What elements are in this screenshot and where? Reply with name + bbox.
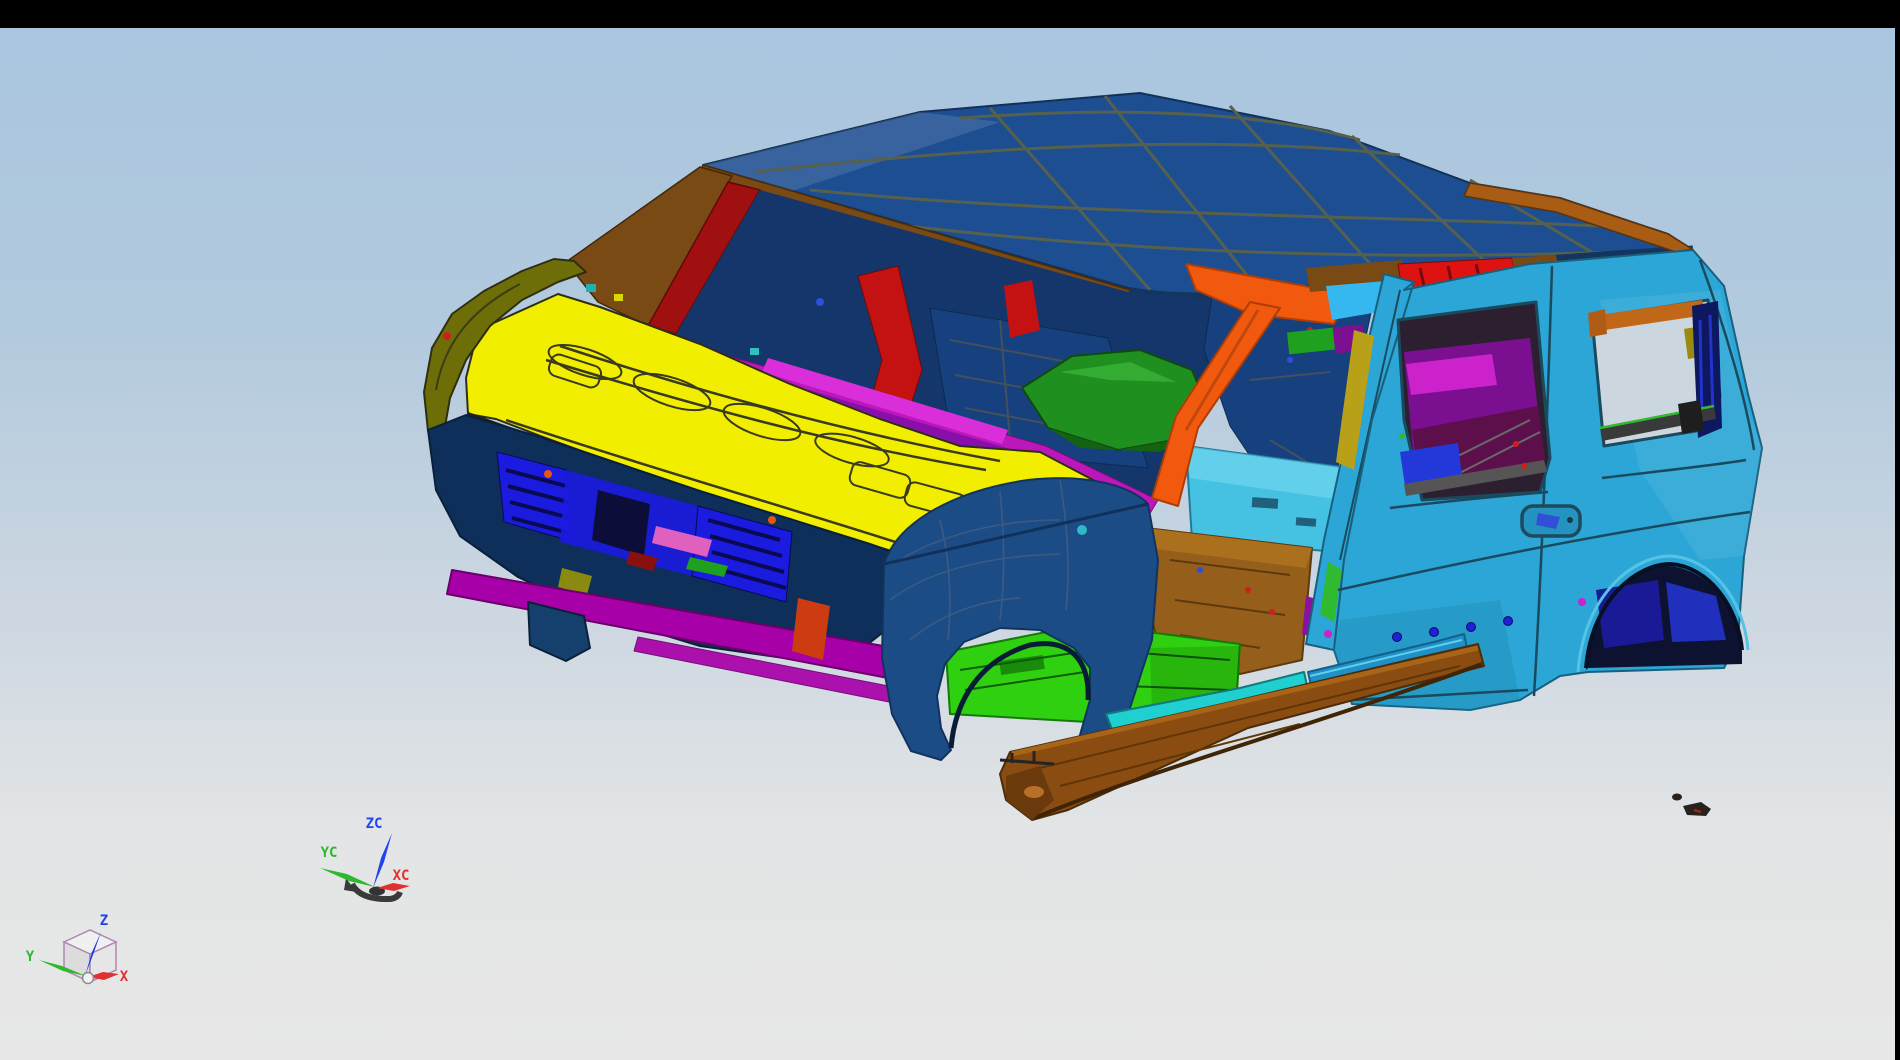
floor-detail <box>1252 497 1279 509</box>
abs-x-label: X <box>120 969 129 985</box>
abs-z-label: Z <box>100 913 108 929</box>
quarter-bracket-hook <box>1588 309 1607 337</box>
model-scene: ZC YC XC Z Y X <box>0 0 1900 1060</box>
fender-red-clip <box>443 332 451 340</box>
dash-blue-clip <box>816 298 824 306</box>
debris-dot[interactable] <box>1672 794 1682 801</box>
board-tip-glint <box>1024 786 1044 798</box>
quarter-window[interactable] <box>1588 300 1722 446</box>
window-green-clip <box>1399 433 1405 439</box>
door-handle[interactable] <box>1522 506 1580 536</box>
b-pillar-magenta-clip <box>1324 630 1332 638</box>
car-model[interactable] <box>424 93 1762 820</box>
wcs-y-label: YC <box>321 845 338 861</box>
arch-magenta-clip <box>1578 598 1586 606</box>
window-red-clip <box>1513 441 1519 447</box>
orange-clip <box>544 470 552 478</box>
orange-clip <box>768 516 776 524</box>
wcs-z-label: ZC <box>366 816 383 832</box>
abs-origin-sphere <box>83 973 94 984</box>
wcs-triad[interactable]: ZC YC XC <box>320 816 410 899</box>
debris-sliver[interactable] <box>1683 802 1711 816</box>
pillar-teal-clip <box>586 284 596 292</box>
cad-application-window: ZC YC XC Z Y X <box>0 0 1900 1060</box>
absolute-triad[interactable]: Z Y X <box>26 913 129 985</box>
window-red-clip <box>1521 463 1527 469</box>
abs-y-label: Y <box>26 949 35 965</box>
body-side-rear[interactable] <box>1334 250 1762 710</box>
rear-door-window[interactable] <box>1398 302 1550 500</box>
tunnel-blue-clip <box>1197 567 1203 573</box>
handle-dot <box>1567 517 1573 523</box>
sill-bracket <box>1678 400 1704 434</box>
tunnel-red-clip <box>1245 587 1251 593</box>
window-top-bar <box>0 0 1900 28</box>
tunnel-red-clip <box>1269 609 1275 615</box>
inner-blue-clip <box>1287 357 1293 363</box>
window-right-bar <box>1895 0 1900 1060</box>
fender-cyan-hole <box>1077 525 1087 535</box>
wcs-x-label: XC <box>393 868 410 884</box>
pillar-yellow-clip <box>614 294 623 301</box>
floor-detail <box>1296 517 1317 526</box>
wcs-z-axis-arrow[interactable] <box>373 833 392 888</box>
cowl-cyan-clip <box>750 348 759 355</box>
debris-fragments[interactable] <box>1672 794 1711 817</box>
